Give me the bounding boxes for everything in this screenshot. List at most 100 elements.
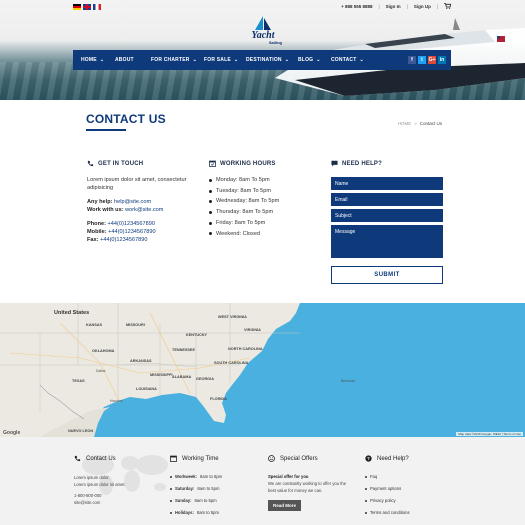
google-logo: Google — [3, 430, 21, 436]
chevron-down-icon: ⌄ — [316, 57, 321, 63]
question-icon: ? — [365, 455, 372, 462]
google-plus-icon[interactable]: G+ — [428, 56, 436, 64]
submit-button[interactable]: SUBMIT — [331, 266, 443, 284]
title-underline — [86, 129, 126, 131]
footer-help-link[interactable]: Terms and conditions — [365, 507, 445, 519]
map-state-label: NORTH CAROLINA — [228, 347, 263, 351]
map-state-label: MISSOURI — [126, 323, 145, 327]
map-country-label: United States — [54, 310, 90, 316]
subject-field[interactable]: Subject — [331, 209, 443, 222]
day-label: Holidays: — [175, 510, 194, 515]
heading-text: GET IN TOUCH — [98, 160, 144, 167]
map-state-label: NUEVO LEON — [68, 429, 94, 433]
phone-link[interactable]: +44(0)1234567890 — [108, 221, 155, 227]
working-hours-section: WORKING HOURS Monday: 8am To 5pm Tuesday… — [209, 160, 309, 239]
heading-text: Contact Us — [86, 455, 116, 462]
map-state-label: TENNESSEE — [172, 348, 195, 352]
offer-text: We are constantly working to offer you t… — [268, 481, 347, 493]
help-email-link[interactable]: help@site.com — [114, 199, 151, 205]
heading-text: WORKING HOURS — [220, 160, 276, 167]
mobile-line: Mobile: +44(0)1234567890 — [87, 228, 187, 236]
mobile-link[interactable]: +44(0)1234567890 — [108, 229, 155, 235]
footer-need-help: ? Need Help? Faq Payment options Privacy… — [365, 455, 445, 519]
sign-up-link[interactable]: Sign Up — [414, 4, 431, 9]
list-item: Holidays: 8am to 5pm — [170, 507, 260, 519]
nav-for-charter[interactable]: FOR CHARTER ⌄ — [151, 50, 197, 70]
cart-icon[interactable] — [444, 3, 451, 9]
nav-contact[interactable]: CONTACT ⌄ — [331, 50, 364, 70]
nav-label: HOME — [81, 57, 97, 63]
footer-contact: Contact Us Lorem ipsum dolor, Lorem ipsu… — [74, 455, 164, 506]
email-field[interactable]: Email — [331, 193, 443, 206]
nav-blog[interactable]: BLOG ⌄ — [298, 50, 321, 70]
phone-line: Phone: +44(0)1234567890 — [87, 220, 187, 228]
nav-about[interactable]: ABOUT — [115, 50, 134, 70]
map-state-label: KANSAS — [86, 323, 103, 327]
footer-help-link[interactable]: Privacy policy — [365, 495, 445, 507]
twitter-icon[interactable]: t — [418, 56, 426, 64]
smile-icon — [268, 455, 275, 462]
nav-label: DESTINATION — [246, 57, 282, 63]
map-state-label: FLORIDA — [210, 397, 227, 401]
nav-label: FOR SALE — [204, 57, 231, 63]
top-separator: | — [436, 3, 438, 9]
work-email-link[interactable]: work@site.com — [125, 207, 163, 213]
need-help-section: NEED HELP? — [331, 160, 443, 167]
linkedin-icon[interactable]: in — [438, 56, 446, 64]
map-city-label: Dallas — [96, 369, 106, 373]
footer-email[interactable]: site@site.com — [74, 499, 164, 506]
footer-help-link[interactable]: Payment options — [365, 483, 445, 495]
footer-help-list: Faq Payment options Privacy policy Terms… — [365, 471, 445, 519]
footer-phone[interactable]: 1-800-800-000 — [74, 492, 164, 499]
nav-destination[interactable]: DESTINATION ⌄ — [246, 50, 289, 70]
map-state-label: OKLAHOMA — [92, 349, 115, 353]
footer-working-time: Working Time Workweek: 8am to 5pm Saturda… — [170, 455, 260, 519]
heading-text: NEED HELP? — [342, 160, 383, 167]
svg-text:?: ? — [367, 456, 370, 461]
location-map[interactable]: United States KANSAS MISSOURI KENTUCKY T… — [0, 303, 525, 437]
day-label: Saturday: — [175, 486, 195, 491]
top-links: + 888 555 8888 | Sign In | Sign Up | — [341, 3, 451, 9]
nav-home[interactable]: HOME ⌄ — [81, 50, 104, 70]
fax-link[interactable]: +44(0)1234567890 — [100, 237, 147, 243]
footer-special-offers: Special Offers Special offer for you We … — [268, 455, 348, 512]
breadcrumb: HOME » Contact Us — [398, 121, 442, 126]
get-in-touch-heading: GET IN TOUCH — [87, 160, 187, 167]
page-title: CONTACT US — [86, 112, 166, 126]
map-state-label: ALABAMA — [172, 375, 192, 379]
read-more-button[interactable]: Read More — [268, 500, 302, 511]
footer-contact-heading: Contact Us — [74, 455, 164, 462]
site-logo[interactable]: Yacht Sailing — [240, 16, 286, 46]
chevron-down-icon: ⌄ — [284, 57, 290, 63]
list-item: Workweek: 8am to 5pm — [170, 471, 260, 483]
map-state-label: LOUISIANA — [136, 387, 157, 391]
uk-flag-icon[interactable] — [83, 4, 91, 10]
work-label: Work with us: — [87, 207, 124, 213]
footer-address-line: Lorem ipsum dolor sit amet — [74, 482, 125, 487]
footer-hours-heading: Working Time — [170, 455, 260, 462]
map-credit[interactable]: Map data ©2019 Google, INEGI | Terms of … — [456, 432, 523, 436]
name-field[interactable]: Name — [331, 177, 443, 190]
footer-hours-list: Workweek: 8am to 5pm Saturday: 8am to 5pm … — [170, 471, 260, 519]
french-flag-icon[interactable] — [93, 4, 101, 10]
top-phone: + 888 555 8888 — [341, 3, 373, 9]
footer-help-link[interactable]: Faq — [365, 471, 445, 483]
map-state-label: TEXAS — [72, 379, 85, 383]
list-item: Thursday: 8am To 5pm — [209, 207, 309, 218]
message-field[interactable]: Message — [331, 225, 443, 258]
mobile-label: Mobile: — [87, 229, 107, 235]
time-value: 8am to 5pm — [200, 474, 223, 479]
nav-label: CONTACT — [331, 57, 357, 63]
facebook-icon[interactable]: f — [408, 56, 416, 64]
day-label: Workweek: — [175, 474, 198, 479]
help-email-line: Any help: help@site.com — [87, 198, 187, 206]
list-item: Weekend: Closed — [209, 229, 309, 240]
working-hours-heading: WORKING HOURS — [209, 160, 309, 167]
breadcrumb-home[interactable]: HOME — [398, 121, 412, 126]
german-flag-icon[interactable] — [73, 4, 81, 10]
sign-in-link[interactable]: Sign In — [386, 4, 401, 9]
map-state-label: WEST VIRGINIA — [218, 315, 247, 319]
contact-intro: Lorem ipsum dolor sit amet, consectetur … — [87, 177, 187, 191]
map-state-label: SOUTH CAROLINA — [214, 361, 249, 365]
nav-for-sale[interactable]: FOR SALE ⌄ — [204, 50, 238, 70]
